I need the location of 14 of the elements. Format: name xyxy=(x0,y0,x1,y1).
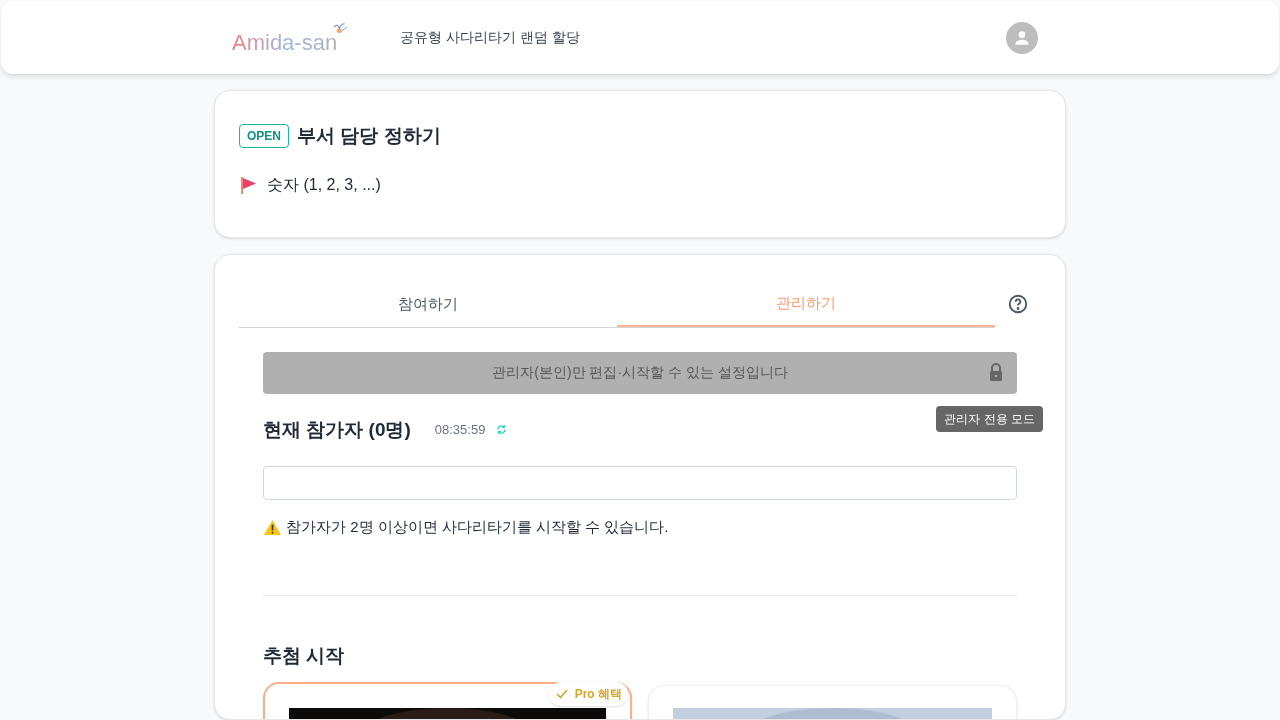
draw-heading: 추첨 시작 xyxy=(263,643,346,668)
warning-text: 참가자가 2명 이상이면 사다리타기를 시작할 수 있습니다. xyxy=(286,517,669,537)
numbering-label: 숫자 (1, 2, 3, ...) xyxy=(267,174,381,195)
admin-notice-text: 관리자(본인)만 편집·시작할 수 있는 설정입니다 xyxy=(492,363,788,382)
option-card[interactable]: Pro 혜택 xyxy=(263,682,632,719)
participants-heading: 현재 참가자 (0명) xyxy=(263,417,411,442)
pro-badge: Pro 혜택 xyxy=(548,682,628,706)
tab[interactable]: 참여하기 xyxy=(239,282,617,327)
event-title: 부서 담당 정하기 xyxy=(297,124,441,148)
tab[interactable]: 관리하기 xyxy=(617,282,995,327)
status-badge: OPEN xyxy=(239,124,289,149)
time-label: 08:35:59 xyxy=(434,421,486,439)
tooltip: 관리자 전용 모드 xyxy=(936,405,1043,432)
app-title: 공유형 사다리타기 랜덤 할당 xyxy=(400,28,580,47)
